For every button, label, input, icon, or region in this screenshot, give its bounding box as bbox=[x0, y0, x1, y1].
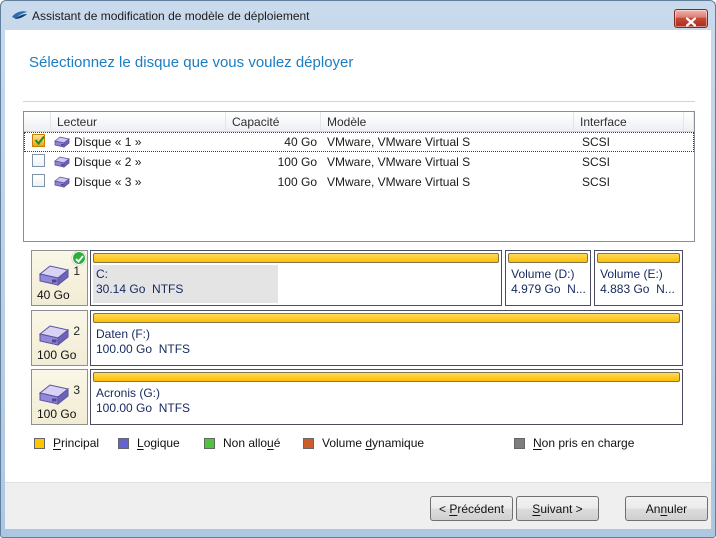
disk-map-row-3: 3 100 Go Acronis (G:) 100.00 Go NTFS bbox=[31, 369, 683, 425]
disk-capacity: 40 Go bbox=[284, 135, 317, 149]
page-title: Sélectionnez le disque que vous voulez d… bbox=[29, 54, 354, 71]
disk-1-info[interactable]: 1 40 Go bbox=[31, 250, 88, 306]
disk-model: VMware, VMware Virtual S bbox=[327, 135, 471, 149]
legend-swatch-logique bbox=[118, 437, 129, 449]
disk-capacity-label: 40 Go bbox=[37, 288, 70, 302]
window-title: Assistant de modification de modèle de d… bbox=[32, 9, 310, 23]
disk-model: VMware, VMware Virtual S bbox=[327, 155, 471, 169]
disk-2-partitions: Daten (F:) 100.00 Go NTFS bbox=[90, 310, 683, 366]
titlebar[interactable]: Assistant de modification de modèle de d… bbox=[1, 1, 715, 30]
partition-name: Volume (D:) bbox=[511, 267, 575, 281]
partition-d[interactable]: Volume (D:) 4.979 Go N... bbox=[505, 250, 592, 306]
legend-item-principal: Principal bbox=[34, 436, 99, 450]
legend-swatch-principal bbox=[34, 437, 45, 449]
legend-label: Principal bbox=[53, 436, 100, 450]
partition-g[interactable]: Acronis (G:) 100.00 Go NTFS bbox=[90, 369, 683, 425]
partition-c[interactable]: C: 30.14 Go NTFS bbox=[90, 250, 503, 306]
table-row-disk-1[interactable]: Disque « 1 » 40 Go VMware, VMware Virtua… bbox=[24, 132, 694, 152]
partition-name: Daten (F:) bbox=[96, 327, 151, 341]
footer: < Précédent Suivant > Annuler bbox=[5, 482, 711, 529]
disk-drive-icon bbox=[38, 325, 70, 347]
legend-item-non-alloue: Non alloué bbox=[204, 436, 280, 450]
app-icon bbox=[11, 8, 28, 23]
disk-name: Disque « 2 » bbox=[74, 155, 142, 169]
partition-size: 100.00 Go NTFS bbox=[96, 401, 191, 415]
disk-table: Lecteur Capacité Modèle Interface Disque… bbox=[23, 111, 695, 242]
column-header-capacity[interactable]: Capacité bbox=[226, 112, 321, 131]
legend: Principal Logique Non alloué Volume dyna… bbox=[5, 436, 711, 456]
legend-swatch-non-alloue bbox=[204, 437, 215, 449]
disk-number: 3 bbox=[73, 383, 80, 397]
disk-3-partitions: Acronis (G:) 100.00 Go NTFS bbox=[90, 369, 683, 425]
previous-button[interactable]: < Précédent bbox=[430, 496, 513, 521]
disk-icon bbox=[53, 156, 71, 169]
disk-icon bbox=[53, 176, 71, 189]
partition-f[interactable]: Daten (F:) 100.00 Go NTFS bbox=[90, 310, 683, 366]
legend-swatch-volume-dynamique bbox=[303, 437, 314, 449]
table-row-disk-2[interactable]: Disque « 2 » 100 Go VMware, VMware Virtu… bbox=[24, 152, 694, 172]
disk-name: Disque « 3 » bbox=[74, 175, 142, 189]
legend-label: Volume dynamique bbox=[322, 436, 425, 450]
disk-interface: SCSI bbox=[582, 175, 611, 189]
disk-model: VMware, VMware Virtual S bbox=[327, 175, 471, 189]
legend-item-logique: Logique bbox=[118, 436, 180, 450]
next-button[interactable]: Suivant > bbox=[516, 496, 599, 521]
disk-drive-icon bbox=[38, 384, 70, 406]
close-button[interactable] bbox=[674, 9, 708, 28]
disk-interface: SCSI bbox=[582, 135, 611, 149]
partition-e[interactable]: Volume (E:) 4.883 Go N... bbox=[594, 250, 684, 306]
disk-drive-icon bbox=[38, 265, 70, 287]
disk-capacity-label: 100 Go bbox=[37, 407, 77, 421]
disk-3-info[interactable]: 3 100 Go bbox=[31, 369, 88, 425]
disk-name: Disque « 1 » bbox=[74, 135, 142, 149]
close-icon bbox=[685, 14, 697, 27]
partition-size: 4.979 Go N... bbox=[511, 282, 586, 296]
wizard-window: Assistant de modification de modèle de d… bbox=[0, 0, 716, 538]
partition-size: 4.883 Go N... bbox=[600, 282, 675, 296]
primary-type-bar bbox=[508, 253, 589, 263]
primary-type-bar bbox=[597, 253, 681, 263]
column-header-filler bbox=[684, 112, 694, 131]
partition-name: Volume (E:) bbox=[600, 267, 663, 281]
selected-check-badge bbox=[72, 251, 86, 265]
dialog-content: Sélectionnez le disque que vous voulez d… bbox=[5, 30, 711, 529]
table-row-disk-3[interactable]: Disque « 3 » 100 Go VMware, VMware Virtu… bbox=[24, 172, 694, 192]
disk-capacity: 100 Go bbox=[277, 175, 317, 189]
column-header-drive[interactable]: Lecteur bbox=[51, 112, 226, 131]
disk-capacity: 100 Go bbox=[277, 155, 317, 169]
partition-name: Acronis (G:) bbox=[96, 386, 161, 400]
disk-capacity-label: 100 Go bbox=[37, 348, 77, 362]
disk-map-row-1: 1 40 Go C: 30.14 Go NTFS Volume (D:) 4.9… bbox=[31, 250, 684, 306]
disk-3-checkbox[interactable] bbox=[32, 174, 45, 187]
disk-interface: SCSI bbox=[582, 155, 611, 169]
disk-1-partitions: C: 30.14 Go NTFS Volume (D:) 4.979 Go N.… bbox=[90, 250, 684, 306]
table-header: Lecteur Capacité Modèle Interface bbox=[24, 112, 694, 132]
legend-swatch-non-pris-en-charge bbox=[514, 437, 525, 449]
disk-2-checkbox[interactable] bbox=[32, 154, 45, 167]
disk-icon bbox=[53, 136, 71, 149]
disk-2-info[interactable]: 2 100 Go bbox=[31, 310, 88, 366]
legend-item-volume-dynamique: Volume dynamique bbox=[303, 436, 424, 450]
partition-name: C: bbox=[96, 267, 108, 281]
legend-label: Non pris en charge bbox=[533, 436, 635, 450]
primary-type-bar bbox=[93, 372, 680, 382]
legend-item-non-pris-en-charge: Non pris en charge bbox=[514, 436, 634, 450]
heading-separator bbox=[23, 101, 695, 102]
disk-number: 2 bbox=[73, 324, 80, 338]
partition-size: 30.14 Go NTFS bbox=[96, 282, 184, 296]
column-header-model[interactable]: Modèle bbox=[321, 112, 574, 131]
column-header-interface[interactable]: Interface bbox=[574, 112, 684, 131]
disk-number: 1 bbox=[73, 264, 80, 278]
disk-map-row-2: 2 100 Go Daten (F:) 100.00 Go NTFS bbox=[31, 310, 683, 366]
partition-size: 100.00 Go NTFS bbox=[96, 342, 191, 356]
legend-label: Logique bbox=[137, 436, 180, 450]
cancel-button[interactable]: Annuler bbox=[625, 496, 708, 521]
primary-type-bar bbox=[93, 253, 500, 263]
primary-type-bar bbox=[93, 313, 680, 323]
legend-label: Non alloué bbox=[223, 436, 281, 450]
disk-1-checkbox[interactable] bbox=[32, 134, 45, 147]
column-header-checkbox[interactable] bbox=[24, 112, 51, 131]
